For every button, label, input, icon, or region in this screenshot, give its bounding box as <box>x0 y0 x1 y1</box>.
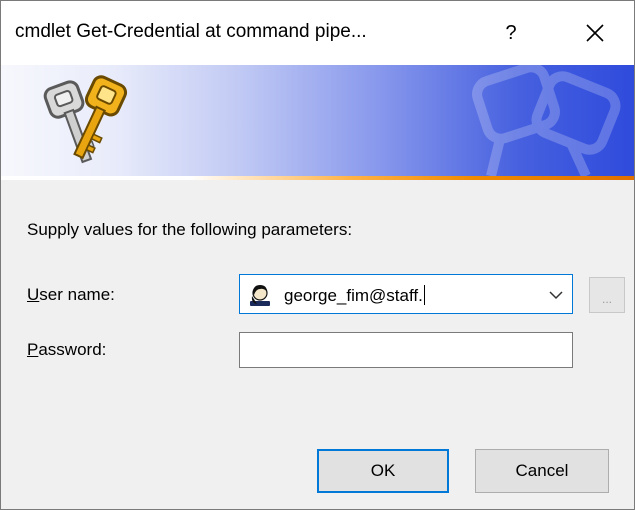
password-field[interactable] <box>239 332 573 368</box>
username-text: george_fim@staff. <box>284 286 423 305</box>
browse-button[interactable]: ... <box>589 277 625 313</box>
close-button[interactable] <box>563 11 627 55</box>
prompt-text: Supply values for the following paramete… <box>27 220 353 239</box>
password-label-accesskey: P <box>27 340 39 359</box>
credential-dialog: cmdlet Get-Credential at command pipe...… <box>0 0 635 510</box>
ok-button[interactable]: OK <box>317 449 449 493</box>
username-label-text: ser name: <box>39 285 115 304</box>
password-label: Password: <box>27 340 106 360</box>
chevron-down-icon[interactable] <box>548 287 564 303</box>
text-caret <box>423 285 425 305</box>
user-icon <box>250 285 270 306</box>
window-title: cmdlet Get-Credential at command pipe... <box>15 21 367 42</box>
title-bar[interactable]: cmdlet Get-Credential at command pipe...… <box>1 1 634 65</box>
banner <box>1 65 634 176</box>
password-label-text: assword: <box>38 340 107 359</box>
close-icon <box>586 24 604 42</box>
keys-watermark-icon <box>472 65 621 176</box>
keys-icon <box>43 75 128 164</box>
help-button[interactable]: ? <box>485 11 537 55</box>
cancel-button[interactable]: Cancel <box>475 449 609 493</box>
username-value[interactable]: george_fim@staff. <box>284 285 425 306</box>
username-label: User name: <box>27 285 115 305</box>
username-combobox[interactable]: george_fim@staff. <box>239 274 573 314</box>
username-label-accesskey: U <box>27 285 40 304</box>
